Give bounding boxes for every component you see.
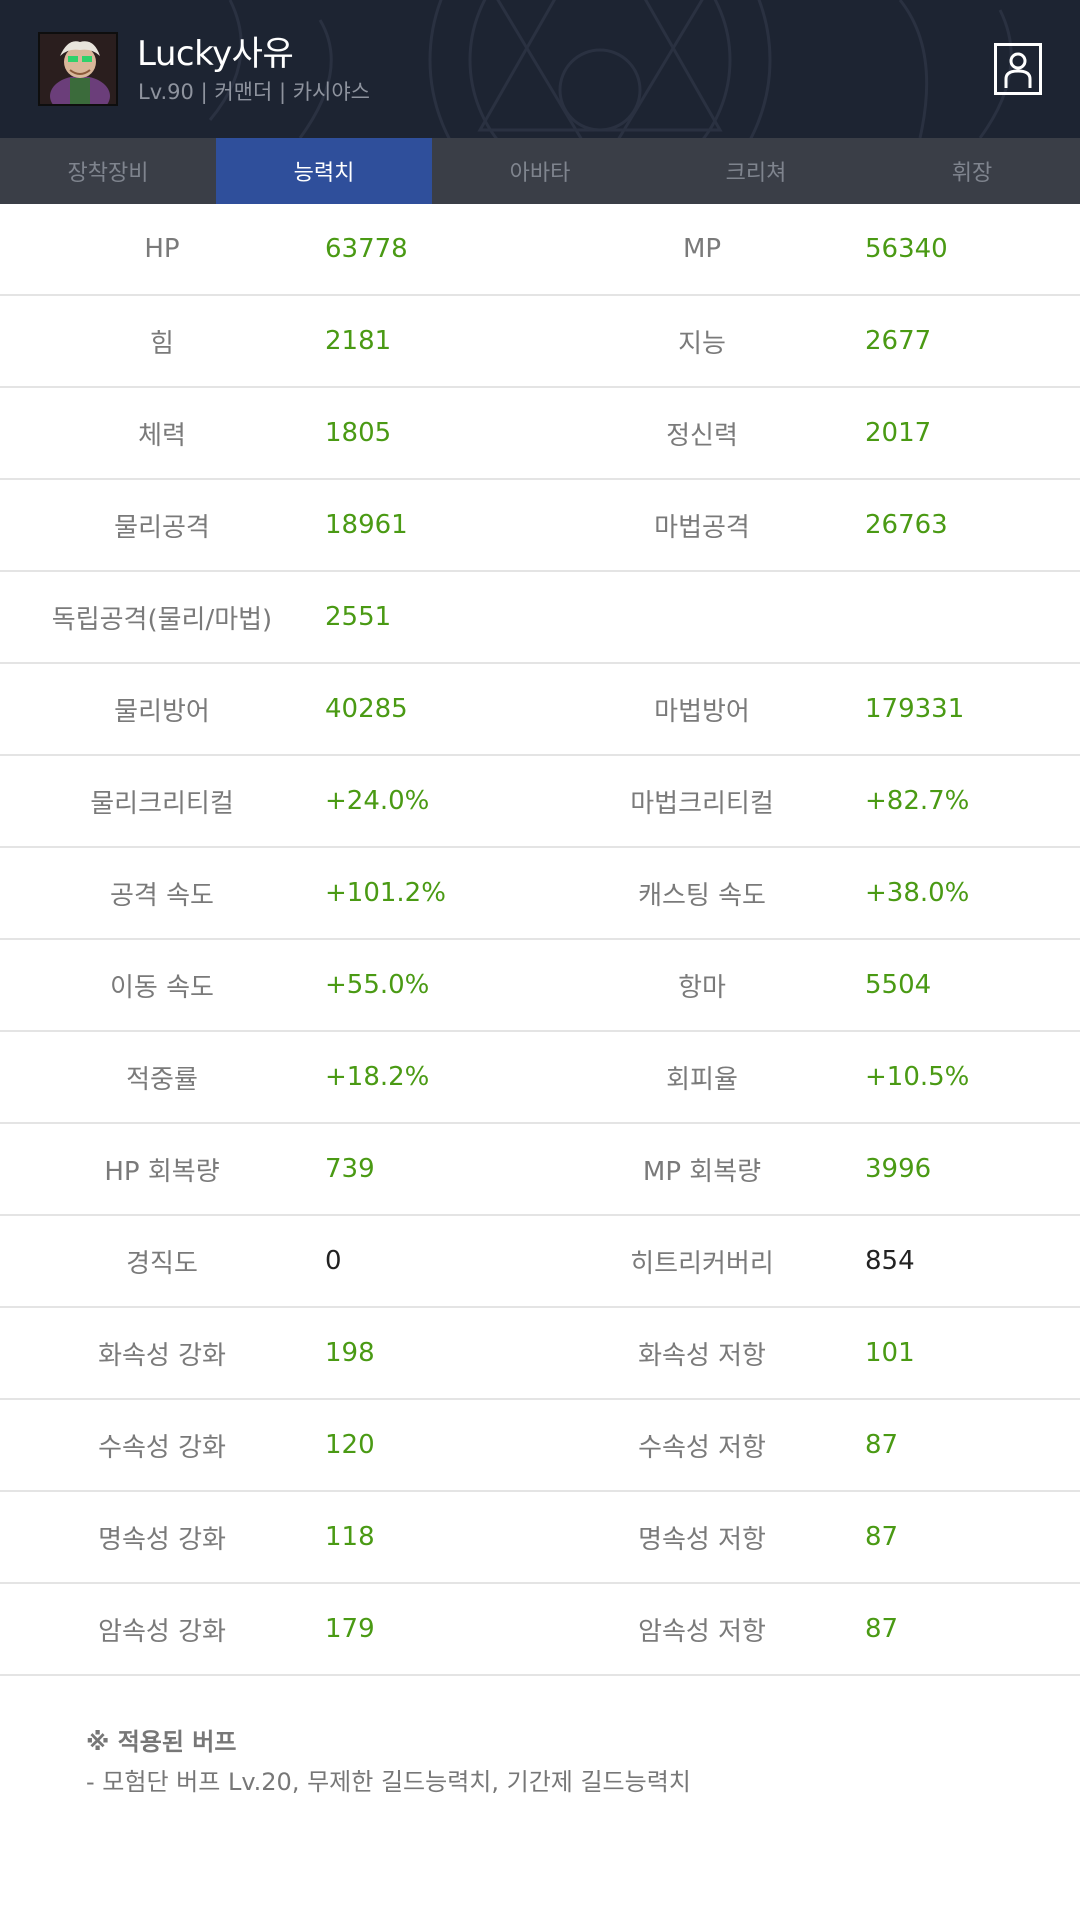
stat-label: 적중률 bbox=[126, 1064, 198, 1095]
stat-value: 118 bbox=[325, 1522, 375, 1552]
character-avatar bbox=[38, 32, 118, 106]
stat-value: +10.5% bbox=[865, 1062, 970, 1092]
stat-label: 캐스팅 속도 bbox=[638, 880, 766, 911]
stat-value: 56340 bbox=[865, 234, 948, 264]
stat-value: 26763 bbox=[865, 510, 948, 540]
stat-label: 마법방어 bbox=[654, 696, 750, 727]
stat-value: 40285 bbox=[325, 694, 408, 724]
stat-value: +38.0% bbox=[865, 878, 970, 908]
stat-value: 101 bbox=[865, 1338, 915, 1368]
applied-buff-text: - 모험단 버프 Lv.20, 무제한 길드능력치, 기간제 길드능력치 bbox=[86, 1768, 691, 1796]
stat-label: 경직도 bbox=[126, 1248, 198, 1279]
stat-label: HP 회복량 bbox=[104, 1156, 220, 1187]
stat-label: 체력 bbox=[138, 420, 186, 451]
stat-value: 179331 bbox=[865, 694, 965, 724]
stat-label: 물리크리티컬 bbox=[90, 788, 234, 819]
stat-label: MP 회복량 bbox=[642, 1156, 762, 1187]
stat-label: 항마 bbox=[678, 972, 726, 1003]
stat-label: 화속성 강화 bbox=[98, 1340, 226, 1371]
stat-label: 암속성 강화 bbox=[98, 1616, 226, 1647]
tab-creature[interactable]: 크리쳐 bbox=[648, 138, 864, 204]
stat-label: 히트리커버리 bbox=[630, 1248, 774, 1279]
stat-row: 물리공격 18961 마법공격 26763 bbox=[0, 480, 1080, 572]
stat-value: 854 bbox=[865, 1246, 915, 1276]
stat-value: 120 bbox=[325, 1430, 375, 1460]
user-profile-icon bbox=[1004, 52, 1032, 88]
stat-label: 지능 bbox=[678, 328, 726, 359]
tab-stats[interactable]: 능력치 bbox=[216, 138, 432, 204]
stat-value: 739 bbox=[325, 1154, 375, 1184]
stat-row: 힘 2181 지능 2677 bbox=[0, 296, 1080, 388]
stat-value: 87 bbox=[865, 1430, 899, 1460]
stat-value: 198 bbox=[325, 1338, 375, 1368]
stat-label: 명속성 강화 bbox=[98, 1524, 226, 1555]
stat-row: 물리크리티컬 +24.0% 마법크리티컬 +82.7% bbox=[0, 756, 1080, 848]
stat-label: 수속성 강화 bbox=[98, 1432, 226, 1463]
stat-label: 마법크리티컬 bbox=[630, 788, 774, 819]
stat-value: 2677 bbox=[865, 326, 932, 356]
stat-label: 독립공격(물리/마법) bbox=[51, 604, 273, 635]
stat-row: 경직도 0 히트리커버리 854 bbox=[0, 1216, 1080, 1308]
stat-value: 3996 bbox=[865, 1154, 932, 1184]
stat-value: 2017 bbox=[865, 418, 932, 448]
stat-label: 명속성 저항 bbox=[638, 1524, 766, 1555]
stat-row: 이동 속도 +55.0% 항마 5504 bbox=[0, 940, 1080, 1032]
stat-label: 수속성 저항 bbox=[638, 1432, 766, 1463]
tab-emblem[interactable]: 휘장 bbox=[864, 138, 1080, 204]
stat-row: HP 회복량 739 MP 회복량 3996 bbox=[0, 1124, 1080, 1216]
stat-row: 물리방어 40285 마법방어 179331 bbox=[0, 664, 1080, 756]
applied-buff-title: ※ 적용된 버프 bbox=[86, 1728, 237, 1756]
tab-bar: 장착장비 능력치 아바타 크리쳐 휘장 bbox=[0, 138, 1080, 204]
stat-label: HP bbox=[144, 234, 180, 264]
stat-value: 179 bbox=[325, 1614, 375, 1644]
stat-value: +101.2% bbox=[325, 878, 446, 908]
stat-label: 마법공격 bbox=[654, 512, 750, 543]
stat-value: +18.2% bbox=[325, 1062, 430, 1092]
stat-row: 독립공격(물리/마법) 2551 bbox=[0, 572, 1080, 664]
stat-label: MP bbox=[682, 234, 722, 264]
stat-value: +82.7% bbox=[865, 786, 970, 816]
stat-row: 명속성 강화 118 명속성 저항 87 bbox=[0, 1492, 1080, 1584]
stat-row: 공격 속도 +101.2% 캐스팅 속도 +38.0% bbox=[0, 848, 1080, 940]
stat-label: 암속성 저항 bbox=[638, 1616, 766, 1647]
stat-row: 암속성 강화 179 암속성 저항 87 bbox=[0, 1584, 1080, 1676]
stat-row: 화속성 강화 198 화속성 저항 101 bbox=[0, 1308, 1080, 1400]
stat-value: +24.0% bbox=[325, 786, 430, 816]
character-name: Lucky사유 bbox=[137, 34, 294, 74]
stat-row: HP 63778 MP 56340 bbox=[0, 204, 1080, 296]
stat-value: 87 bbox=[865, 1522, 899, 1552]
stat-row: 체력 1805 정신력 2017 bbox=[0, 388, 1080, 480]
stat-label: 공격 속도 bbox=[110, 880, 214, 911]
stat-value: 1805 bbox=[325, 418, 392, 448]
stat-value: 2551 bbox=[325, 602, 392, 632]
stat-label: 회피율 bbox=[666, 1064, 738, 1095]
stat-label: 물리방어 bbox=[114, 696, 210, 727]
stat-value: 5504 bbox=[865, 970, 932, 1000]
stat-value: 2181 bbox=[325, 326, 392, 356]
tab-equipment[interactable]: 장착장비 bbox=[0, 138, 216, 204]
stat-label: 이동 속도 bbox=[110, 972, 214, 1003]
stat-value: 18961 bbox=[325, 510, 408, 540]
tab-avatar[interactable]: 아바타 bbox=[432, 138, 648, 204]
stat-row: 수속성 강화 120 수속성 저항 87 bbox=[0, 1400, 1080, 1492]
character-header: Lucky사유 Lv.90 | 커맨더 | 카시야스 bbox=[0, 0, 1080, 138]
stat-label: 물리공격 bbox=[114, 512, 210, 543]
stat-label: 힘 bbox=[150, 328, 174, 359]
stat-value: 0 bbox=[325, 1246, 342, 1276]
stat-label: 정신력 bbox=[666, 420, 738, 451]
stats-table: HP 63778 MP 56340 힘 2181 지능 2677 체력 1805… bbox=[0, 204, 1080, 1676]
stat-value: +55.0% bbox=[325, 970, 430, 1000]
stat-label: 화속성 저항 bbox=[638, 1340, 766, 1371]
stat-value: 87 bbox=[865, 1614, 899, 1644]
character-info: Lv.90 | 커맨더 | 카시야스 bbox=[138, 80, 370, 104]
user-profile-button[interactable] bbox=[994, 43, 1042, 95]
stat-row: 적중률 +18.2% 회피율 +10.5% bbox=[0, 1032, 1080, 1124]
stat-value: 63778 bbox=[325, 234, 408, 264]
